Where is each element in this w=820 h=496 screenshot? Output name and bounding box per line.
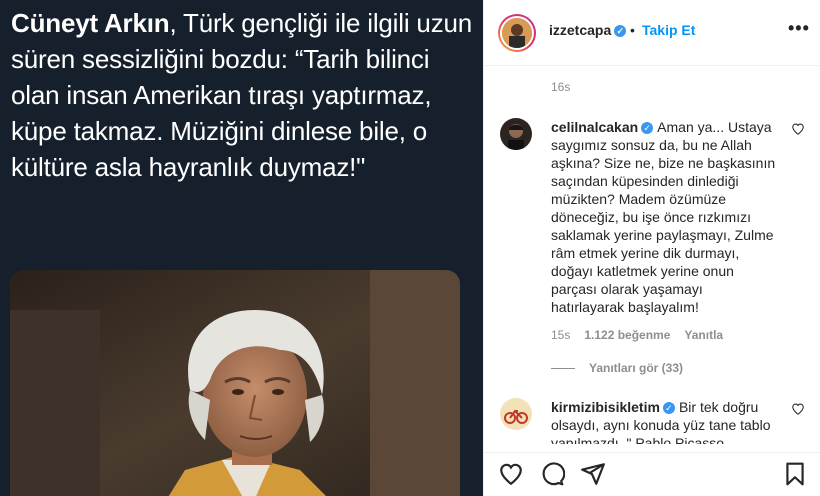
small-heart-icon[interactable] [791,122,805,136]
replies-divider [551,367,575,369]
post-sidebar: izzetcapa ✓ • Takip Et ••• 16s celilnalca… [483,0,820,496]
post-header: izzetcapa ✓ • Takip Et ••• [484,0,820,66]
comment-body: celilnalcakan ✓ Aman ya... Ustaya saygımız… [551,118,779,316]
comment-text: Aman ya... Ustaya saygımız sonsuz da, bu… [551,119,776,315]
view-replies-label[interactable]: Yanıtları gör (33) [589,361,683,375]
action-bar [484,452,820,496]
post-timestamp: 16s [551,80,571,94]
separator-dot: • [630,22,635,38]
more-icon[interactable]: ••• [788,18,810,39]
comment-time: 15s [551,328,571,342]
avatar[interactable] [502,18,532,48]
heart-icon[interactable] [498,461,524,487]
comment-avatar[interactable] [500,398,532,430]
verified-icon: ✓ [614,25,627,38]
follow-button[interactable]: Takip Et [642,22,695,38]
comment-item: celilnalcakan ✓ Aman ya... Ustaya saygımız… [500,118,805,348]
comment-username[interactable]: celilnalcakan [551,119,638,135]
reply-button[interactable]: Yanıtla [684,328,723,342]
small-heart-icon[interactable] [791,402,805,416]
comment-meta: 15s 1.122 beğenme Yanıtla [551,328,723,342]
tweet-author: Cüneyt Arkın [11,8,170,38]
comment-username[interactable]: kirmizibisikletim [551,399,660,415]
comment-item: kirmizibisikletim ✓ Bir tek doğru olsaydı,… [500,398,805,444]
story-ring[interactable] [498,14,536,52]
view-replies-button[interactable]: Yanıtları gör (33) [551,361,683,375]
post-image: Cüneyt Arkın, Türk gençliği ile ilgili u… [0,0,483,496]
share-icon[interactable] [580,461,606,487]
tweet-text: Cüneyt Arkın, Türk gençliği ile ilgili u… [11,5,473,185]
comment-body: kirmizibisikletim ✓ Bir tek doğru olsaydı,… [551,398,779,444]
portrait-photo [10,270,460,496]
comment-icon[interactable] [539,461,565,487]
comment-likes[interactable]: 1.122 beğenme [584,328,670,342]
verified-icon: ✓ [662,402,675,415]
header-username-text[interactable]: izzetcapa [549,22,611,38]
comment-avatar[interactable] [500,118,532,150]
header-username[interactable]: izzetcapa ✓ [549,22,627,38]
verified-icon: ✓ [641,122,654,135]
bookmark-icon[interactable] [782,461,808,487]
